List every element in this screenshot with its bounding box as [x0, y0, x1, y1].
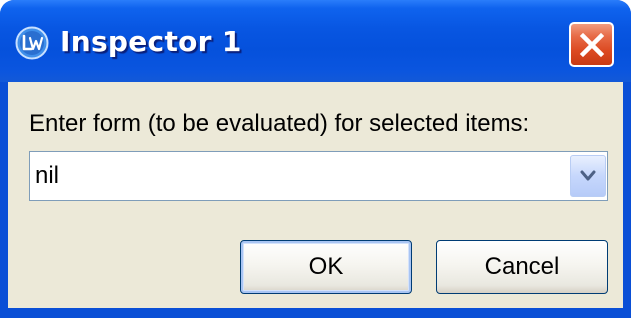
form-combo-box[interactable]: nil — [29, 151, 608, 201]
cancel-button[interactable]: Cancel — [436, 240, 608, 294]
prompt-label: Enter form (to be evaluated) for selecte… — [29, 110, 530, 137]
dialog-window: Inspector 1 Enter form (to be evaluated)… — [0, 0, 631, 318]
dropdown-button[interactable] — [570, 155, 606, 197]
title-bar[interactable]: Inspector 1 — [0, 0, 631, 82]
form-input[interactable]: nil — [35, 161, 59, 191]
dialog-body: Enter form (to be evaluated) for selecte… — [8, 82, 623, 308]
ok-button[interactable]: OK — [240, 240, 412, 294]
window-title: Inspector 1 — [60, 25, 242, 58]
lispworks-logo-icon — [15, 26, 49, 60]
close-button[interactable] — [569, 22, 614, 67]
